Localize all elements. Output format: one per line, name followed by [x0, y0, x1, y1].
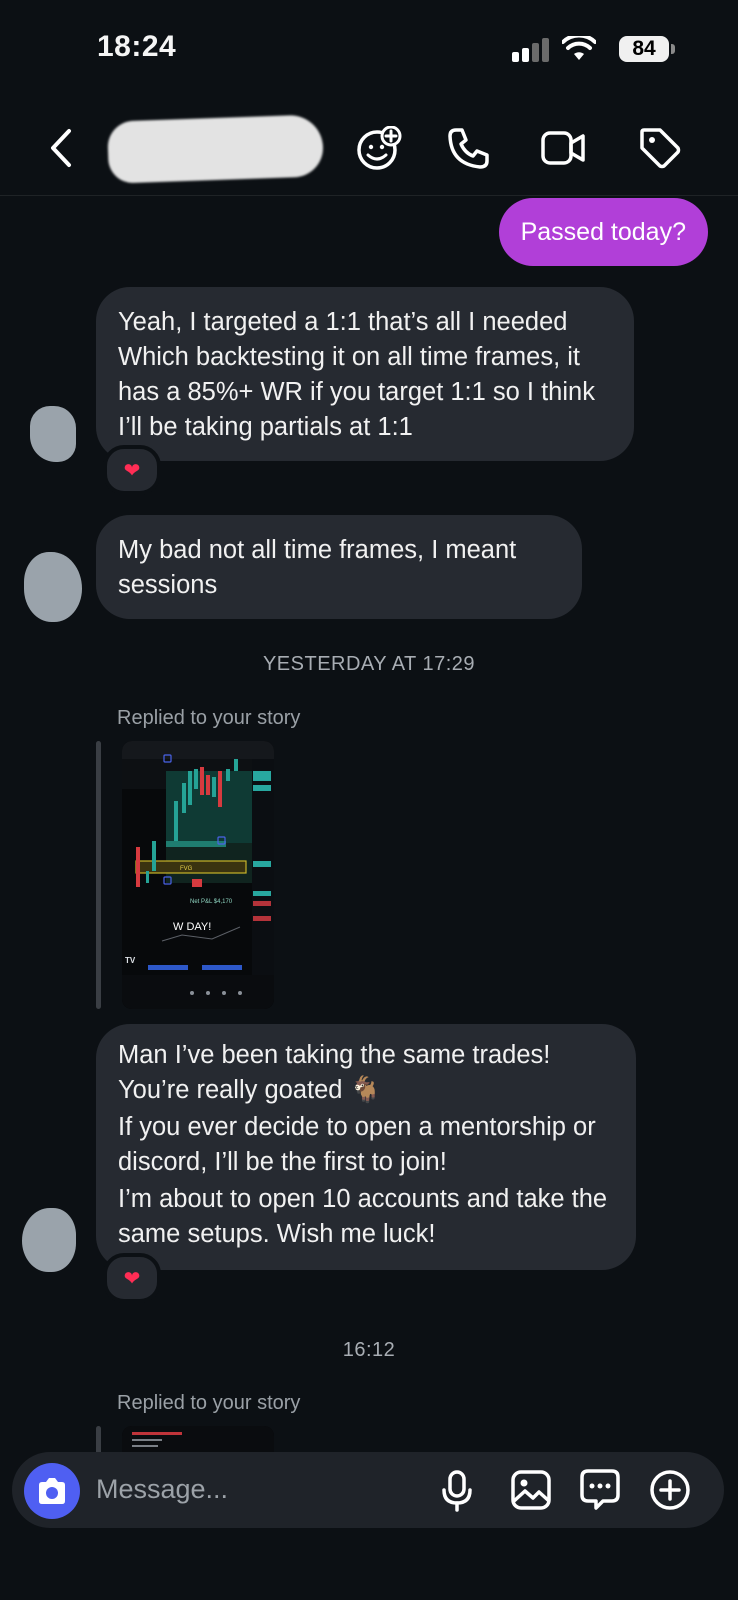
message-line: If you ever decide to open a mentorship …	[118, 1113, 596, 1176]
outgoing-message[interactable]: Passed today?	[498, 198, 708, 266]
svg-text:FVG: FVG	[180, 866, 193, 872]
tag-icon[interactable]	[638, 126, 682, 170]
net-pnl-text: Net P&L $4,170	[190, 899, 233, 905]
heart-reaction[interactable]: ❤	[103, 1253, 161, 1303]
add-icon[interactable]	[649, 1469, 691, 1516]
wifi-icon	[561, 33, 597, 67]
incoming-message[interactable]: Man I’ve been taking the same trades! Yo…	[96, 1024, 636, 1270]
story-thumbnail[interactable]: FVG Net P&L $4,170 W DAY! TV	[122, 741, 274, 1009]
timestamp-divider: YESTERDAY AT 17:29	[262, 653, 476, 675]
sender-avatar[interactable]	[22, 1208, 76, 1272]
message-line: Yeah, I targeted a 1:1 that’s all I need…	[118, 308, 568, 336]
heart-icon: ❤	[123, 459, 141, 482]
header-divider	[0, 195, 738, 196]
story-thumbnail[interactable]	[122, 1426, 274, 1454]
camera-button[interactable]	[24, 1463, 80, 1519]
story-caption: W DAY!	[173, 921, 211, 933]
heart-icon: ❤	[123, 1267, 141, 1290]
signal-icon	[512, 38, 552, 67]
sticker-message-icon[interactable]	[579, 1468, 621, 1515]
phone-icon[interactable]	[446, 126, 490, 170]
sender-avatar[interactable]	[24, 552, 82, 622]
tradingview-logo: TV	[125, 956, 136, 965]
contact-name-redacted[interactable]	[106, 114, 325, 184]
status-time: 18:24	[97, 30, 177, 63]
sender-avatar[interactable]	[30, 406, 76, 462]
battery-indicator: 84	[619, 36, 669, 62]
trading-chart-image: FVG Net P&L $4,170 W DAY! TV	[122, 741, 274, 1009]
microphone-icon[interactable]	[441, 1470, 473, 1517]
incoming-message[interactable]: My bad not all time frames, I meant sess…	[96, 515, 582, 619]
gallery-icon[interactable]	[511, 1470, 551, 1515]
camera-icon	[39, 1478, 65, 1504]
heart-reaction[interactable]: ❤	[103, 445, 161, 495]
message-line: My bad not all time frames, I meant sess…	[118, 536, 517, 599]
video-camera-icon[interactable]	[540, 128, 586, 168]
story-reply-label: Replied to your story	[117, 707, 301, 729]
timestamp-divider: 16:12	[342, 1339, 396, 1361]
trading-chart-image	[122, 1426, 274, 1454]
add-sticker-icon[interactable]	[356, 126, 402, 172]
message-line: Which backtesting it on all time frames,…	[118, 343, 595, 441]
story-reply-bar	[96, 741, 101, 1009]
incoming-message[interactable]: Yeah, I targeted a 1:1 that’s all I need…	[96, 287, 634, 461]
message-input[interactable]: Message...	[96, 1474, 228, 1505]
message-line: I’m about to open 10 accounts and take t…	[118, 1185, 608, 1248]
battery-tip	[671, 44, 675, 54]
story-reply-label: Replied to your story	[117, 1392, 301, 1414]
message-line: Man I’ve been taking the same trades! Yo…	[118, 1041, 551, 1104]
back-chevron-icon[interactable]	[48, 128, 74, 168]
